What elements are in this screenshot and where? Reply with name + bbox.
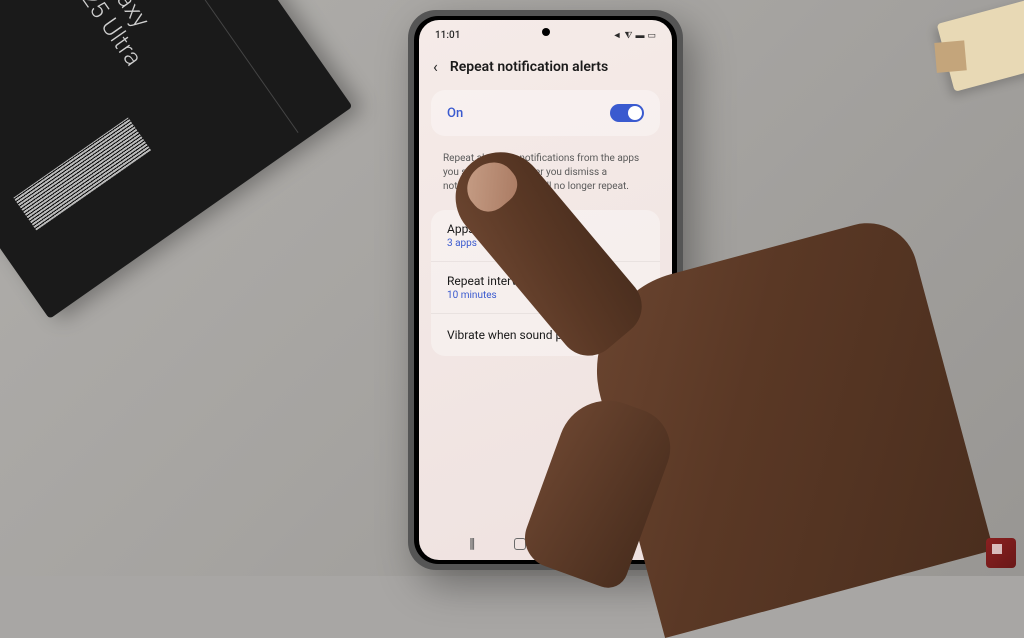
nav-recents-button[interactable]: ||| — [469, 536, 473, 552]
nav-home-button[interactable] — [514, 538, 526, 550]
settings-card: Apps to repeat alerts 3 apps Repeat inte… — [431, 210, 660, 356]
apps-title: Apps to repeat alerts — [447, 222, 644, 236]
interval-value: 10 minutes — [447, 290, 644, 301]
phone-bezel: 11:01 ◄ ⧨ ▬ ▭ ‹ Repeat notification aler… — [414, 16, 677, 564]
master-toggle-row[interactable]: On — [431, 90, 660, 136]
interval-title: Repeat interval — [447, 274, 644, 288]
vibrate-row[interactable]: Vibrate when sound plays — [431, 314, 660, 356]
page-header: ‹ Repeat notification alerts — [419, 45, 672, 86]
wifi-icon: ⧨ — [624, 31, 632, 41]
signal-icon: ▬ — [635, 30, 644, 41]
box-barcode — [13, 117, 151, 230]
volume-icon: ◄ — [613, 30, 622, 41]
toggle-knob — [628, 106, 642, 120]
corner-detail — [992, 544, 1002, 554]
master-toggle-switch[interactable] — [610, 104, 644, 122]
box-product-name: Galaxy S25 Ultra — [67, 0, 176, 79]
toggle-knob — [612, 328, 626, 342]
corner-logo — [986, 538, 1016, 568]
vibrate-title: Vibrate when sound plays — [447, 328, 584, 342]
status-time: 11:01 — [435, 30, 460, 41]
apps-to-repeat-row[interactable]: Apps to repeat alerts 3 apps — [431, 210, 660, 262]
apps-value: 3 apps — [447, 238, 644, 249]
repeat-interval-row[interactable]: Repeat interval 10 minutes — [431, 262, 660, 314]
master-toggle-label: On — [447, 106, 463, 121]
master-toggle-card: On — [431, 90, 660, 136]
front-camera — [542, 28, 550, 36]
status-icons: ◄ ⧨ ▬ ▭ — [613, 30, 656, 41]
phone-device: 11:01 ◄ ⧨ ▬ ▭ ‹ Repeat notification aler… — [408, 10, 683, 570]
box-divider — [137, 0, 298, 133]
tape — [934, 40, 967, 73]
battery-icon: ▭ — [647, 31, 656, 41]
nav-back-button[interactable]: ‹ — [566, 536, 570, 552]
navigation-bar: ||| ‹ ✱ — [419, 536, 672, 552]
nav-accessibility-button[interactable]: ✱ — [610, 536, 622, 552]
page-title: Repeat notification alerts — [450, 59, 608, 75]
description-text: Repeat alerts for notifications from the… — [419, 140, 672, 206]
back-button[interactable]: ‹ — [433, 57, 438, 76]
vibrate-toggle-switch[interactable] — [610, 326, 644, 344]
phone-screen: 11:01 ◄ ⧨ ▬ ▭ ‹ Repeat notification aler… — [419, 20, 672, 560]
